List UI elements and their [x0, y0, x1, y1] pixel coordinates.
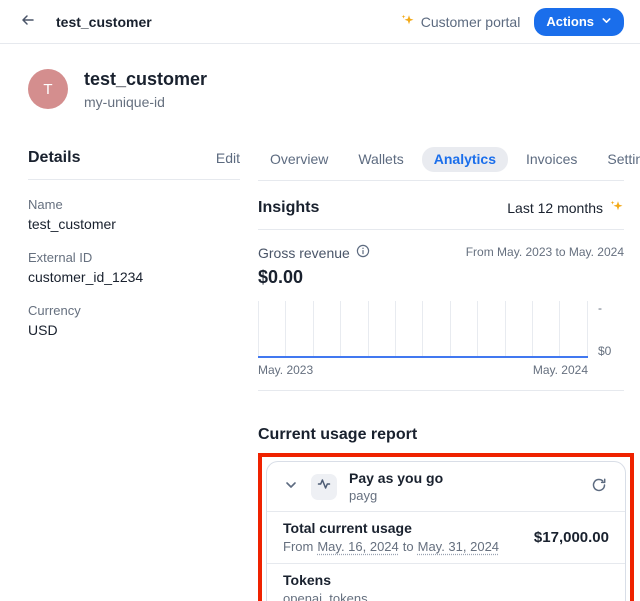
refresh-button[interactable] [589, 475, 609, 498]
tab-settings[interactable]: Settings [595, 147, 640, 172]
tabs-divider [258, 180, 624, 181]
chart-divider [258, 390, 624, 391]
page-content: T test_customer my-unique-id Details Edi… [0, 68, 640, 601]
details-heading: Details [28, 149, 80, 167]
tab-overview[interactable]: Overview [258, 147, 340, 172]
customer-portal-label: Customer portal [421, 14, 521, 30]
actions-button[interactable]: Actions [534, 8, 624, 36]
annotation-highlight: Pay as you go payg Total current usage [258, 453, 634, 601]
info-icon[interactable] [356, 244, 370, 261]
chart-y-axis: - $0 [588, 301, 624, 358]
total-usage-label: Total current usage [283, 520, 499, 536]
chart-plot-area [258, 301, 588, 358]
total-usage-period: From May. 16, 2024 to May. 31, 2024 [283, 539, 499, 555]
page-title: test_customer [84, 68, 207, 90]
topbar: test_customer Customer portal Actions [0, 0, 640, 44]
topbar-actions: Customer portal Actions [400, 8, 624, 36]
customer-header: T test_customer my-unique-id [28, 68, 624, 110]
period-end-date[interactable]: May. 31, 2024 [418, 539, 499, 555]
usage-report-card: Pay as you go payg Total current usage [266, 461, 626, 601]
customer-external-id: my-unique-id [84, 94, 207, 110]
period-selector[interactable]: Last 12 months [507, 199, 624, 217]
revenue-date-range: From May. 2023 to May. 2024 [466, 244, 624, 259]
sparkles-icon [400, 13, 415, 31]
chart-x-axis: May. 2023 May. 2024 [258, 363, 624, 377]
gridline [422, 301, 423, 358]
gross-revenue-value: $0.00 [258, 266, 624, 288]
main-panel: Overview Wallets Analytics Invoices Sett… [258, 146, 624, 601]
collapse-button[interactable] [283, 477, 299, 496]
tab-analytics[interactable]: Analytics [422, 147, 508, 172]
field-label: Name [28, 197, 240, 212]
plan-code: payg [349, 488, 443, 503]
period-label: Last 12 months [507, 200, 603, 216]
insights-heading: Insights [258, 199, 319, 217]
gridline [340, 301, 341, 358]
field-value: USD [28, 322, 240, 339]
chart-gridlines [258, 301, 588, 358]
chevron-down-icon [601, 14, 612, 29]
avatar-letter: T [43, 81, 52, 98]
tab-bar: Overview Wallets Analytics Invoices Sett… [258, 146, 624, 172]
gridline [395, 301, 396, 358]
details-divider [28, 179, 240, 180]
detail-field-currency: Currency USD [28, 303, 240, 339]
gridline [505, 301, 506, 358]
tab-invoices[interactable]: Invoices [514, 147, 589, 172]
x-tick-start: May. 2023 [258, 363, 313, 377]
field-label: External ID [28, 250, 240, 265]
topbar-title: test_customer [56, 14, 152, 30]
back-button[interactable] [16, 10, 40, 34]
x-tick-end: May. 2024 [533, 363, 588, 377]
gridline [532, 301, 533, 358]
customer-identity: test_customer my-unique-id [84, 68, 207, 110]
usage-report-heading: Current usage report [258, 425, 624, 445]
edit-details-button[interactable]: Edit [216, 150, 240, 166]
actions-button-label: Actions [546, 14, 594, 29]
gridline [559, 301, 560, 358]
detail-field-name: Name test_customer [28, 197, 240, 233]
total-usage-amount: $17,000.00 [534, 529, 609, 546]
chart-zero-line [258, 356, 588, 358]
total-usage-info: Total current usage From May. 16, 2024 t… [283, 520, 499, 555]
gridline [587, 301, 588, 358]
refresh-icon [591, 477, 607, 496]
gridline [258, 301, 259, 358]
field-value: customer_id_1234 [28, 269, 240, 286]
detail-field-external-id: External ID customer_id_1234 [28, 250, 240, 286]
plan-name: Pay as you go [349, 470, 443, 486]
y-tick-top: - [598, 301, 602, 315]
gross-revenue-chart: - $0 [258, 301, 624, 358]
plan-info: Pay as you go payg [349, 470, 443, 503]
plan-row: Pay as you go payg [267, 462, 625, 511]
tab-wallets[interactable]: Wallets [346, 147, 415, 172]
y-tick-zero: $0 [598, 344, 611, 358]
customer-portal-link[interactable]: Customer portal [400, 13, 521, 31]
gross-revenue-label: Gross revenue [258, 245, 350, 261]
usage-item-name: Tokens [283, 572, 331, 588]
plan-icon [311, 474, 337, 500]
usage-item-row: Tokens openai_tokens [267, 564, 625, 601]
chevron-down-icon [283, 477, 299, 496]
period-connector: to [403, 539, 414, 555]
arrow-left-icon [20, 12, 36, 31]
gridline [368, 301, 369, 358]
details-panel: Details Edit Name test_customer External… [28, 146, 240, 601]
period-prefix: From [283, 539, 313, 555]
gridline [285, 301, 286, 358]
total-usage-row: Total current usage From May. 16, 2024 t… [267, 512, 625, 563]
insights-divider [258, 229, 624, 230]
avatar: T [28, 69, 68, 109]
activity-pulse-icon [316, 476, 332, 497]
usage-item-code: openai_tokens [283, 591, 368, 601]
period-start-date[interactable]: May. 16, 2024 [317, 539, 398, 555]
gridline [450, 301, 451, 358]
gridline [477, 301, 478, 358]
gridline [313, 301, 314, 358]
field-label: Currency [28, 303, 240, 318]
field-value: test_customer [28, 216, 240, 233]
sparkles-icon [609, 199, 624, 217]
